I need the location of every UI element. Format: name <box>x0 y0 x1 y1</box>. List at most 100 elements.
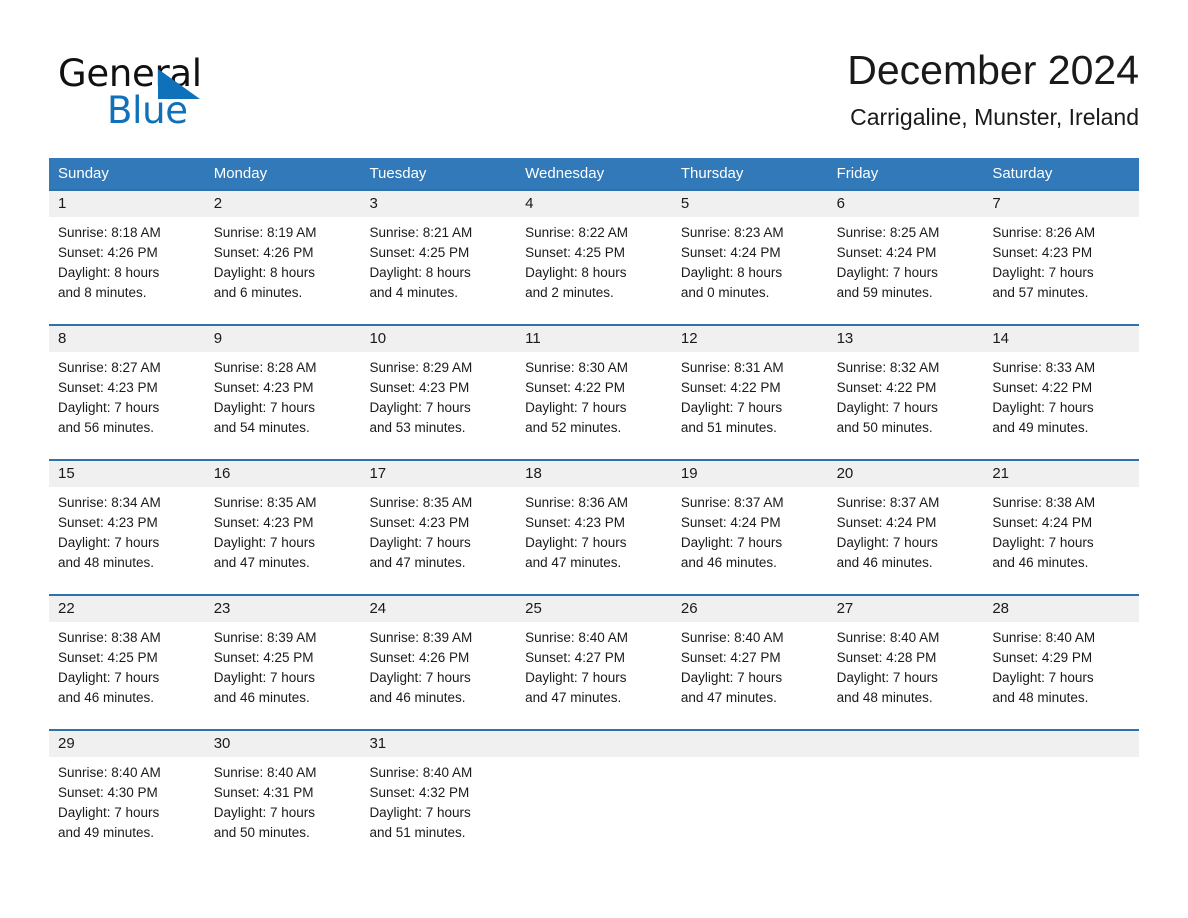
day-cell[interactable]: Sunrise: 8:29 AM Sunset: 4:23 PM Daylight:… <box>360 352 516 459</box>
day-number[interactable]: 8 <box>49 326 205 352</box>
daylight-text: and 46 minutes. <box>58 690 155 705</box>
daylight-text: Daylight: 7 hours <box>58 805 160 820</box>
week-date-band: 15 16 17 18 19 20 21 <box>49 461 1139 487</box>
day-number[interactable]: 16 <box>205 461 361 487</box>
day-number[interactable]: 27 <box>828 596 984 622</box>
day-cell[interactable]: Sunrise: 8:40 AM Sunset: 4:27 PM Daylight:… <box>516 622 672 729</box>
day-number[interactable]: 7 <box>983 191 1139 217</box>
day-number[interactable]: 22 <box>49 596 205 622</box>
daylight-text: and 54 minutes. <box>213 420 310 435</box>
daylight-text: and 48 minutes. <box>992 690 1089 705</box>
day-number[interactable]: 28 <box>983 596 1139 622</box>
day-number[interactable]: 23 <box>205 596 361 622</box>
sunset-text: Sunset: 4:23 PM <box>58 515 158 530</box>
day-cell[interactable]: Sunrise: 8:33 AM Sunset: 4:22 PM Daylight:… <box>983 352 1139 459</box>
sunrise-text: Sunrise: 8:37 AM <box>836 495 940 510</box>
day-cell[interactable]: Sunrise: 8:18 AM Sunset: 4:26 PM Daylight:… <box>49 217 205 324</box>
day-number[interactable]: 19 <box>672 461 828 487</box>
daylight-text: and 57 minutes. <box>992 285 1089 300</box>
day-cell[interactable]: Sunrise: 8:40 AM Sunset: 4:31 PM Daylight:… <box>205 757 361 864</box>
day-cell[interactable]: Sunrise: 8:26 AM Sunset: 4:23 PM Daylight:… <box>983 217 1139 324</box>
day-cell[interactable]: Sunrise: 8:38 AM Sunset: 4:25 PM Daylight:… <box>49 622 205 729</box>
day-number[interactable]: 31 <box>360 731 516 757</box>
general-blue-logo[interactable]: General Blue <box>58 52 318 132</box>
week-date-band: 29 30 31 <box>49 731 1139 757</box>
day-number[interactable]: 20 <box>828 461 984 487</box>
day-cell[interactable]: Sunrise: 8:40 AM Sunset: 4:27 PM Daylight:… <box>672 622 828 729</box>
sunrise-text: Sunrise: 8:21 AM <box>369 225 473 240</box>
sunset-text: Sunset: 4:24 PM <box>680 245 781 260</box>
day-number[interactable]: 30 <box>205 731 361 757</box>
day-number[interactable]: 24 <box>360 596 516 622</box>
weekday-header-saturday: Saturday <box>992 165 1053 182</box>
day-cell[interactable]: Sunrise: 8:35 AM Sunset: 4:23 PM Daylight:… <box>205 487 361 594</box>
calendar-grid: Sunday Monday Tuesday Wednesday Thursday… <box>49 158 1139 864</box>
daylight-text: and 46 minutes. <box>213 690 310 705</box>
daylight-text: and 50 minutes. <box>836 420 933 435</box>
daylight-text: Daylight: 7 hours <box>369 400 471 415</box>
sunrise-text: Sunrise: 8:38 AM <box>992 495 1096 510</box>
sunset-text: Sunset: 4:26 PM <box>58 245 158 260</box>
daylight-text: and 2 minutes. <box>525 285 614 300</box>
day-cell[interactable]: Sunrise: 8:37 AM Sunset: 4:24 PM Daylight:… <box>828 487 984 594</box>
calendar-week-row: 8 9 10 11 12 13 14 Sunrise: 8:27 AM Sunset: 4:23… <box>49 324 1139 459</box>
day-cell[interactable]: Sunrise: 8:28 AM Sunset: 4:23 PM Daylight:… <box>205 352 361 459</box>
day-number[interactable]: 17 <box>360 461 516 487</box>
day-number[interactable]: 3 <box>360 191 516 217</box>
sunset-text: Sunset: 4:22 PM <box>992 380 1093 395</box>
day-number[interactable]: 12 <box>672 326 828 352</box>
day-number[interactable]: 11 <box>516 326 672 352</box>
day-cell[interactable]: Sunrise: 8:39 AM Sunset: 4:25 PM Daylight:… <box>205 622 361 729</box>
daylight-text: Daylight: 7 hours <box>992 535 1094 550</box>
daylight-text: Daylight: 8 hours <box>213 265 316 280</box>
day-number[interactable]: 4 <box>516 191 672 217</box>
day-cell[interactable]: Sunrise: 8:31 AM Sunset: 4:22 PM Daylight:… <box>672 352 828 459</box>
day-cell[interactable]: Sunrise: 8:40 AM Sunset: 4:28 PM Daylight:… <box>828 622 984 729</box>
daylight-text: and 49 minutes. <box>58 825 155 840</box>
daylight-text: and 0 minutes. <box>680 285 770 300</box>
day-cell[interactable]: Sunrise: 8:40 AM Sunset: 4:29 PM Daylight:… <box>983 622 1139 729</box>
day-cell[interactable]: Sunrise: 8:38 AM Sunset: 4:24 PM Daylight:… <box>983 487 1139 594</box>
sunrise-text: Sunrise: 8:39 AM <box>369 630 473 645</box>
day-number[interactable]: 25 <box>516 596 672 622</box>
day-cell[interactable]: Sunrise: 8:32 AM Sunset: 4:22 PM Daylight:… <box>828 352 984 459</box>
day-number[interactable]: 14 <box>983 326 1139 352</box>
day-cell[interactable]: Sunrise: 8:36 AM Sunset: 4:23 PM Daylight:… <box>516 487 672 594</box>
day-number[interactable]: 26 <box>672 596 828 622</box>
sunset-text: Sunset: 4:24 PM <box>836 245 937 260</box>
day-number[interactable]: 29 <box>49 731 205 757</box>
day-number[interactable]: 5 <box>672 191 828 217</box>
day-number[interactable]: 13 <box>828 326 984 352</box>
day-number[interactable]: 1 <box>49 191 205 217</box>
day-cell[interactable]: Sunrise: 8:23 AM Sunset: 4:24 PM Daylight:… <box>672 217 828 324</box>
day-cell[interactable]: Sunrise: 8:40 AM Sunset: 4:30 PM Daylight:… <box>49 757 205 864</box>
day-cell[interactable]: Sunrise: 8:40 AM Sunset: 4:32 PM Daylight:… <box>360 757 516 864</box>
daylight-text: Daylight: 7 hours <box>369 670 471 685</box>
day-number <box>983 731 1139 757</box>
day-number[interactable]: 2 <box>205 191 361 217</box>
day-number[interactable]: 18 <box>516 461 672 487</box>
day-cell[interactable]: Sunrise: 8:39 AM Sunset: 4:26 PM Daylight:… <box>360 622 516 729</box>
day-cell[interactable]: Sunrise: 8:37 AM Sunset: 4:24 PM Daylight:… <box>672 487 828 594</box>
day-cell[interactable]: Sunrise: 8:19 AM Sunset: 4:26 PM Daylight:… <box>205 217 361 324</box>
day-number[interactable]: 15 <box>49 461 205 487</box>
day-cell[interactable]: Sunrise: 8:35 AM Sunset: 4:23 PM Daylight:… <box>360 487 516 594</box>
day-cell[interactable]: Sunrise: 8:34 AM Sunset: 4:23 PM Daylight:… <box>49 487 205 594</box>
day-cell[interactable]: Sunrise: 8:25 AM Sunset: 4:24 PM Daylight:… <box>828 217 984 324</box>
weekday-header-thursday: Thursday <box>680 165 744 182</box>
day-cell[interactable]: Sunrise: 8:22 AM Sunset: 4:25 PM Daylight:… <box>516 217 672 324</box>
calendar-header-row: Sunday Monday Tuesday Wednesday Thursday… <box>49 158 1139 189</box>
day-number[interactable]: 9 <box>205 326 361 352</box>
day-cell[interactable]: Sunrise: 8:27 AM Sunset: 4:23 PM Daylight:… <box>49 352 205 459</box>
day-number[interactable]: 21 <box>983 461 1139 487</box>
daylight-text: and 4 minutes. <box>369 285 458 300</box>
daylight-text: and 46 minutes. <box>992 555 1089 570</box>
day-cell[interactable]: Sunrise: 8:21 AM Sunset: 4:25 PM Daylight:… <box>360 217 516 324</box>
day-number <box>672 731 828 757</box>
day-number[interactable]: 6 <box>828 191 984 217</box>
sunrise-text: Sunrise: 8:25 AM <box>836 225 940 240</box>
daylight-text: and 56 minutes. <box>58 420 155 435</box>
sunrise-text: Sunrise: 8:35 AM <box>369 495 473 510</box>
day-cell[interactable]: Sunrise: 8:30 AM Sunset: 4:22 PM Daylight:… <box>516 352 672 459</box>
day-number[interactable]: 10 <box>360 326 516 352</box>
